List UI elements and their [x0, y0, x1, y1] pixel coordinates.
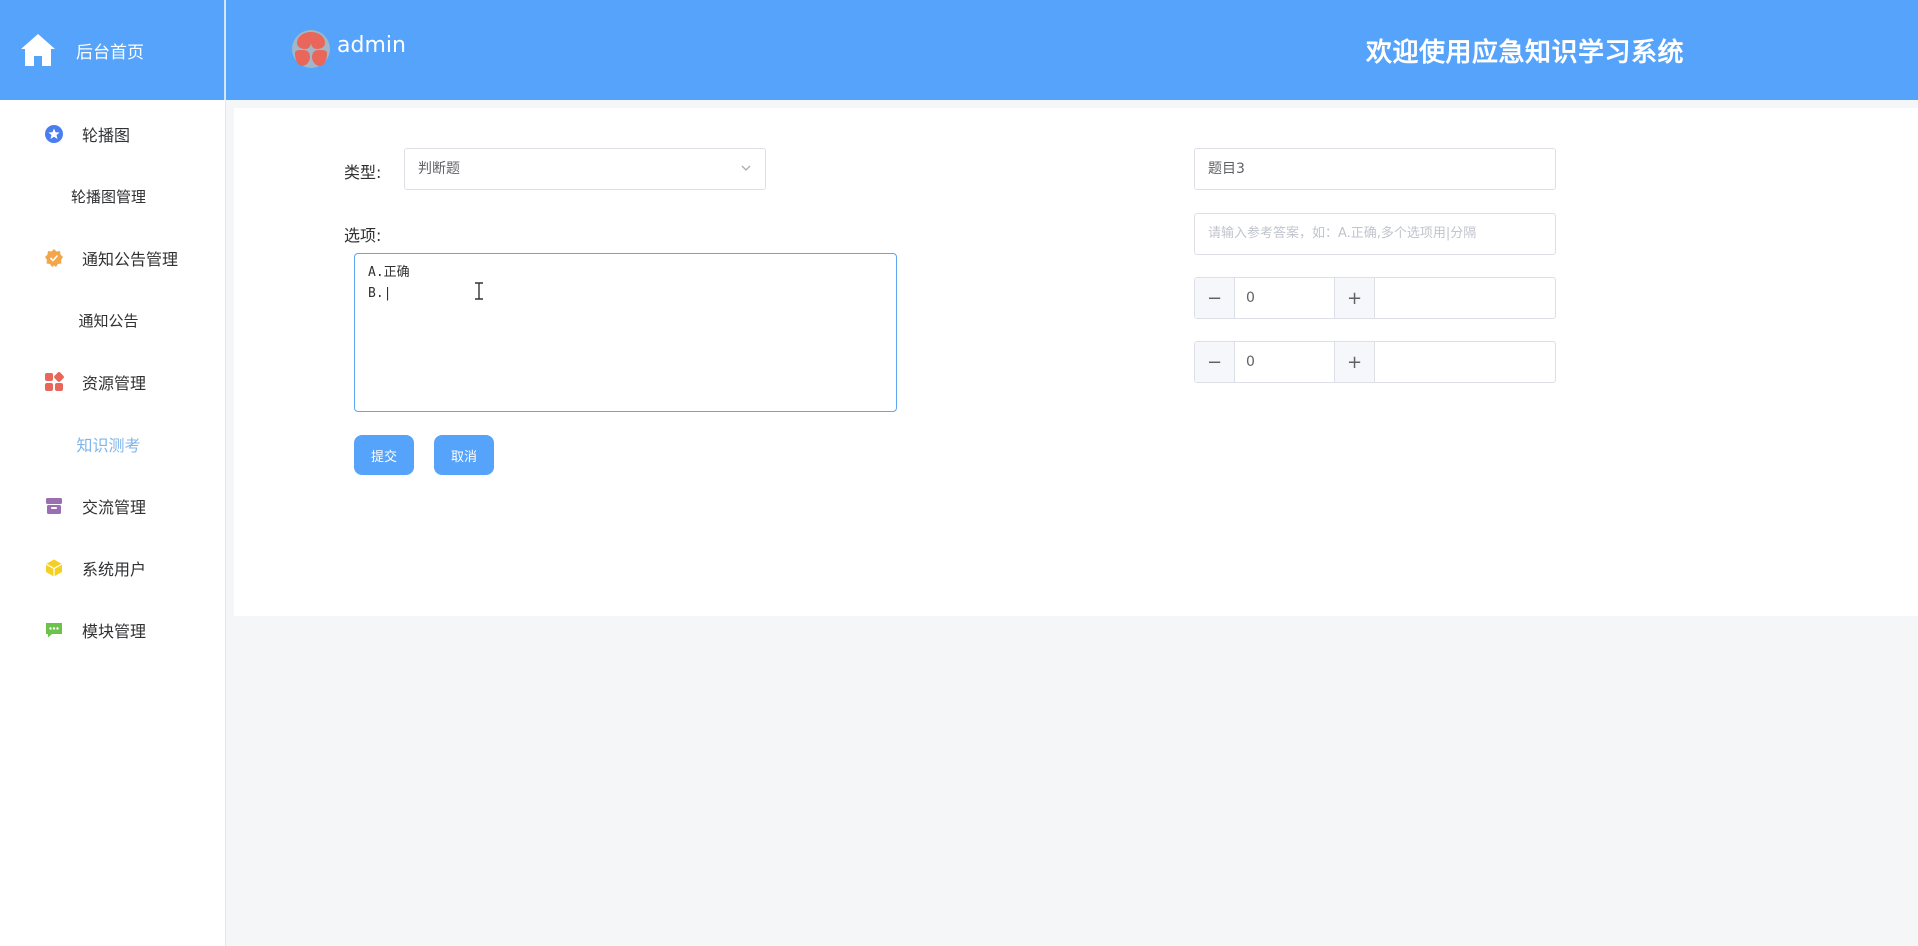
score-value[interactable]: 0 [1246, 278, 1255, 318]
sidebar-item-notice[interactable]: 通知公告 [0, 289, 225, 351]
avatar[interactable] [291, 29, 331, 69]
home-icon [21, 34, 55, 66]
sidebar-item-label: 轮播图 [82, 126, 131, 145]
order-stepper[interactable]: − 0 + [1194, 341, 1556, 383]
sidebar-item-label: 交流管理 [82, 498, 147, 517]
sidebar-item-carousel[interactable]: 轮播图 [0, 103, 225, 165]
title-input[interactable]: 题目3 [1194, 148, 1556, 190]
score-stepper[interactable]: − 0 + [1194, 277, 1556, 319]
score-decrease-button[interactable]: − [1195, 278, 1235, 318]
type-select-value: 判断题 [418, 161, 460, 177]
sidebar-item-label: 通知公告管理 [82, 250, 179, 269]
sidebar: 后台首页 轮播图 轮播图管理 通知公告管理 通知公告 资源管理 知识测考 交流管… [0, 0, 226, 946]
options-textarea[interactable]: A.正确 B.| [354, 253, 897, 412]
type-label: 类型: [344, 163, 382, 182]
sidebar-item-system-users[interactable]: 系统用户 [0, 537, 225, 599]
sidebar-item-label: 模块管理 [82, 622, 147, 641]
order-decrease-button[interactable]: − [1195, 342, 1235, 382]
sidebar-item-label: 资源管理 [82, 374, 147, 393]
sidebar-brand[interactable]: 后台首页 [0, 0, 225, 100]
type-select[interactable]: 判断题 [404, 148, 766, 190]
sidebar-item-label: 轮播图管理 [70, 187, 146, 206]
text-cursor-icon [475, 282, 483, 300]
sidebar-item-exchange-manage[interactable]: 交流管理 [0, 475, 225, 537]
chat-icon [44, 620, 64, 640]
grid-icon [44, 372, 64, 392]
submit-button[interactable]: 提交 [354, 435, 414, 475]
brand-label: 后台首页 [76, 42, 144, 63]
edit-form-panel: 类型: 判断题 选项: A.正确 B.| 提交 取消 题目: 题目3 参考答案:… [234, 108, 1918, 616]
cube-icon [44, 558, 64, 578]
sidebar-item-module-manage[interactable]: 模块管理 [0, 599, 225, 661]
header-welcome-title: 欢迎使用应急知识学习系统 [1366, 38, 1685, 68]
options-label: 选项: [344, 226, 382, 245]
sidebar-item-label: 知识测考 [76, 436, 141, 455]
sidebar-menu: 轮播图 轮播图管理 通知公告管理 通知公告 资源管理 知识测考 交流管理 系统用… [0, 100, 225, 661]
sidebar-item-resource-manage[interactable]: 资源管理 [0, 351, 225, 413]
sidebar-item-label: 系统用户 [82, 560, 147, 579]
sidebar-item-knowledge-test[interactable]: 知识测考 [0, 413, 225, 475]
top-header: admin 欢迎使用应急知识学习系统 [226, 0, 1918, 100]
sidebar-item-label: 通知公告 [78, 311, 139, 330]
star-icon [44, 124, 64, 144]
sidebar-item-carousel-manage[interactable]: 轮播图管理 [0, 165, 225, 227]
order-value[interactable]: 0 [1246, 342, 1255, 382]
sidebar-item-notice-manage[interactable]: 通知公告管理 [0, 227, 225, 289]
score-increase-button[interactable]: + [1334, 278, 1375, 318]
header-username[interactable]: admin [337, 33, 406, 58]
answer-input[interactable]: 请输入参考答案，如：A.正确,多个选项用|分隔 [1194, 213, 1556, 255]
cancel-button[interactable]: 取消 [434, 435, 494, 475]
badge-icon [44, 248, 64, 268]
order-increase-button[interactable]: + [1334, 342, 1375, 382]
archive-icon [44, 496, 64, 516]
chevron-down-icon [741, 165, 751, 171]
